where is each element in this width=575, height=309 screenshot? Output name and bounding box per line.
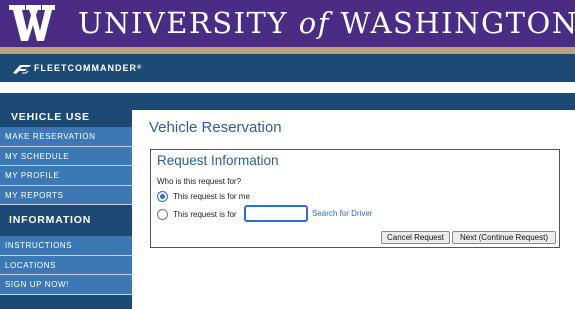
fleetcommander-logo-text: FLEETCOMMANDER® (34, 62, 142, 74)
sidebar: VEHICLE USE MAKE RESERVATION MY SCHEDULE… (0, 110, 132, 309)
title-of: of (298, 6, 330, 40)
registered-mark: ® (137, 65, 143, 71)
gold-divider (0, 47, 575, 54)
sidebar-item-locations[interactable]: LOCATIONS (0, 255, 132, 275)
option-request-for-other-label[interactable]: This request is for (173, 210, 237, 220)
university-banner: UNIVERSITY of WASHINGTON (0, 0, 575, 47)
sidebar-item-make-reservation[interactable]: MAKE RESERVATION (0, 127, 132, 147)
fleetcommander-logo-icon (13, 65, 31, 74)
cancel-request-button[interactable]: Cancel Request (381, 231, 450, 244)
sidebar-item-sign-up-now[interactable]: SIGN UP NOW! (0, 275, 132, 295)
nav-top-bar (0, 93, 575, 110)
fleetcommander-name: FLEETCOMMANDER (34, 63, 137, 73)
request-question: Who is this request for? (157, 177, 242, 186)
sidebar-heading-information: INFORMATION (9, 214, 92, 226)
sidebar-heading-vehicle-use: VEHICLE USE (11, 111, 90, 123)
sidebar-item-my-profile[interactable]: MY PROFILE (0, 166, 132, 186)
sidebar-item-my-reports[interactable]: MY REPORTS (0, 185, 132, 205)
sidebar-item-instructions[interactable]: INSTRUCTIONS (0, 236, 132, 256)
title-washington: WASHINGTON (340, 6, 575, 40)
page-title: Vehicle Reservation (149, 119, 282, 136)
request-information-panel: Request Information Who is this request … (150, 149, 560, 248)
radio-request-for-other[interactable] (157, 209, 168, 220)
search-for-driver-link[interactable]: Search for Driver (312, 209, 372, 219)
main-content: Vehicle Reservation Request Information … (132, 110, 575, 309)
university-title: UNIVERSITY of WASHINGTON (78, 5, 575, 41)
sidebar-item-my-schedule[interactable]: MY SCHEDULE (0, 146, 132, 166)
fleetcommander-header: FLEETCOMMANDER® (0, 54, 575, 82)
uw-w-logo-icon[interactable] (8, 3, 56, 43)
driver-input[interactable] (244, 205, 308, 222)
panel-title: Request Information (157, 153, 279, 168)
radio-request-for-me[interactable] (157, 191, 168, 202)
header-spacer (0, 82, 575, 93)
option-request-for-me-label[interactable]: This request is for me (173, 192, 250, 202)
title-university: UNIVERSITY (78, 6, 289, 40)
next-continue-request-button[interactable]: Next (Continue Request) (452, 231, 556, 244)
